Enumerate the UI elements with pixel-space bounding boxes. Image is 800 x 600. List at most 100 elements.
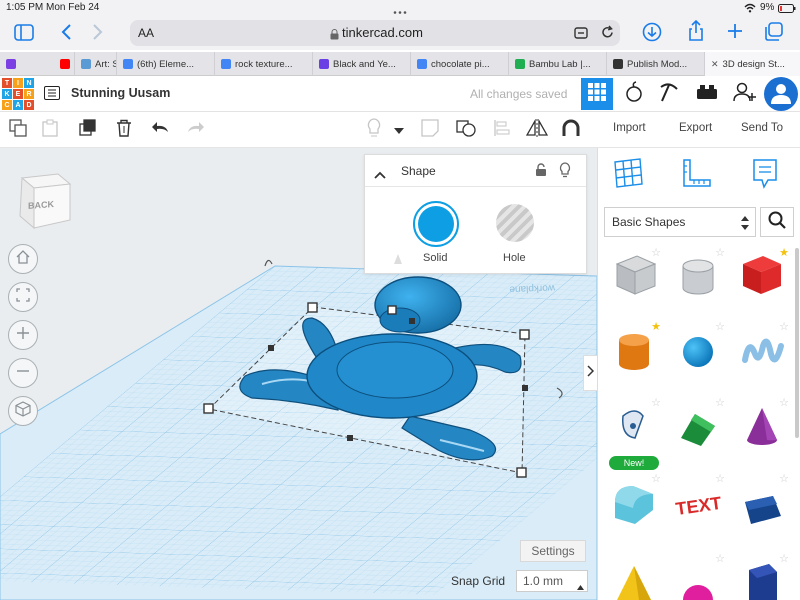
shape-cone[interactable]: ☆	[733, 396, 791, 460]
favorite-star-icon[interactable]: ☆	[779, 554, 789, 565]
solid-color-swatch[interactable]	[413, 201, 459, 247]
favorite-star-icon[interactable]: ☆	[779, 322, 789, 333]
undo-button[interactable]	[148, 118, 172, 142]
tab-1[interactable]	[54, 52, 74, 76]
shape-shape-generator[interactable]: ☆ New!	[605, 396, 663, 472]
ruler-tool-button[interactable]	[680, 158, 712, 190]
shape-pyramid[interactable]	[605, 552, 663, 600]
shape-cylinder-hole[interactable]: ☆	[669, 246, 727, 310]
lock-icon[interactable]	[535, 163, 547, 182]
lightbulb-button[interactable]	[362, 117, 386, 142]
shape-sphere[interactable]: ☆	[669, 320, 727, 384]
tinkercad-logo[interactable]: TIN KER CAD	[2, 78, 34, 110]
lightbulb-dropdown[interactable]	[390, 118, 408, 142]
text-size-button[interactable]: AA	[138, 26, 154, 40]
import-button[interactable]: Import	[613, 122, 646, 134]
delete-button[interactable]	[112, 118, 136, 142]
sidebar-toggle-icon[interactable]	[14, 24, 34, 46]
favorite-star-icon[interactable]: ☆	[715, 398, 725, 409]
tab-5[interactable]: Black and Ye...	[312, 52, 410, 76]
favorite-star-icon[interactable]: ☆	[715, 248, 725, 259]
settings-button[interactable]: Settings	[520, 540, 586, 562]
shape-text[interactable]: TEXT ☆	[669, 472, 727, 536]
shape-polygon[interactable]: ☆	[733, 552, 791, 600]
tab-3[interactable]: (6th) Eleme...	[116, 52, 214, 76]
project-name[interactable]: Stunning Uusam	[71, 86, 170, 100]
favorite-star-icon[interactable]: ☆	[651, 248, 661, 259]
mirror-button[interactable]	[525, 118, 549, 142]
invite-button[interactable]	[728, 78, 760, 110]
cruise-button[interactable]	[559, 118, 583, 142]
panel-collapse-button[interactable]	[583, 355, 597, 391]
shape-category-select[interactable]: Basic Shapes	[604, 207, 756, 237]
new-shape-button[interactable]	[6, 118, 30, 142]
download-icon[interactable]	[642, 22, 662, 47]
favorite-star-icon[interactable]: ☆	[651, 474, 661, 485]
paste-button[interactable]	[38, 118, 62, 142]
shape-wedge[interactable]: ☆	[733, 472, 791, 536]
favorite-star-icon[interactable]: ☆	[779, 398, 789, 409]
favorite-star-icon[interactable]: ☆	[651, 398, 661, 409]
note-button[interactable]	[418, 118, 442, 142]
view-cube[interactable]: BACK	[14, 170, 76, 232]
shape-roof[interactable]: ☆	[669, 396, 727, 460]
group-button[interactable]	[454, 118, 478, 142]
3d-view-button[interactable]	[581, 78, 613, 110]
share-icon[interactable]	[688, 19, 704, 47]
close-tab-icon[interactable]: ✕	[711, 59, 719, 70]
redo-button[interactable]	[184, 118, 208, 142]
tab-overview-icon[interactable]	[764, 22, 784, 47]
favorite-star-icon[interactable]: ☆	[779, 474, 789, 485]
design-menu-icon[interactable]	[44, 86, 60, 105]
workplane-tool-button[interactable]	[612, 158, 644, 190]
color-picker-icon[interactable]	[393, 252, 403, 270]
tab-7[interactable]: Bambu Lab |...	[508, 52, 606, 76]
send-to-button[interactable]: Send To	[741, 122, 783, 134]
forward-arrow-icon[interactable]	[92, 23, 104, 46]
tab-4[interactable]: rock texture...	[214, 52, 312, 76]
hole-swatch[interactable]	[496, 204, 534, 242]
zoom-in-button[interactable]	[8, 320, 38, 350]
snap-grid-select[interactable]: 1.0 mm	[516, 570, 588, 592]
chevron-up-icon[interactable]	[374, 166, 386, 184]
address-bar[interactable]: AA tinkercad.com	[130, 20, 620, 46]
user-avatar[interactable]	[764, 77, 798, 111]
fit-view-button[interactable]	[8, 282, 38, 312]
multitask-dots-icon[interactable]	[393, 6, 407, 14]
sim-lab-button[interactable]	[618, 78, 650, 110]
tab-8[interactable]: Publish Mod...	[606, 52, 704, 76]
minecraft-button[interactable]	[653, 78, 685, 110]
reload-icon[interactable]	[600, 25, 615, 45]
search-shapes-button[interactable]	[760, 207, 794, 237]
tab-9-active[interactable]: ✕ 3D design St...	[704, 52, 800, 76]
favorite-star-icon[interactable]: ★	[779, 248, 789, 259]
library-scrollbar[interactable]	[795, 248, 799, 438]
tab-6[interactable]: chocolate pi...	[410, 52, 508, 76]
align-button[interactable]	[490, 118, 514, 142]
favorite-star-icon[interactable]: ☆	[715, 554, 725, 565]
visibility-bulb-icon[interactable]	[559, 162, 571, 183]
shape-box[interactable]: ★	[733, 246, 791, 310]
favorite-star-icon[interactable]: ☆	[715, 474, 725, 485]
tab-2[interactable]: Art: S	[74, 52, 116, 76]
favorite-star-icon[interactable]: ★	[651, 322, 661, 333]
zoom-out-button[interactable]	[8, 358, 38, 388]
rotate-handle-icon[interactable]	[264, 259, 273, 267]
notes-tool-button[interactable]	[750, 158, 782, 190]
tab-0[interactable]	[0, 52, 30, 76]
shape-library-panel: Basic Shapes ☆ ☆ ★ ★ ☆ ☆ ☆ New! ☆ ☆ ☆ TE…	[597, 148, 800, 600]
shape-half-sphere[interactable]: ☆	[669, 552, 727, 600]
duplicate-button[interactable]	[76, 118, 100, 142]
export-button[interactable]: Export	[679, 122, 712, 134]
shape-cylinder[interactable]: ★	[605, 320, 663, 384]
new-tab-icon[interactable]	[726, 22, 744, 45]
favorite-star-icon[interactable]: ☆	[715, 322, 725, 333]
shape-box-hole[interactable]: ☆	[605, 246, 663, 310]
shape-scribble[interactable]: ☆	[733, 320, 791, 384]
home-view-button[interactable]	[8, 244, 38, 274]
bricks-button[interactable]	[691, 78, 723, 110]
perspective-button[interactable]	[8, 396, 38, 426]
back-arrow-icon[interactable]	[60, 23, 72, 46]
shape-round-roof[interactable]: ☆	[605, 472, 663, 536]
reader-icon[interactable]	[574, 26, 590, 45]
